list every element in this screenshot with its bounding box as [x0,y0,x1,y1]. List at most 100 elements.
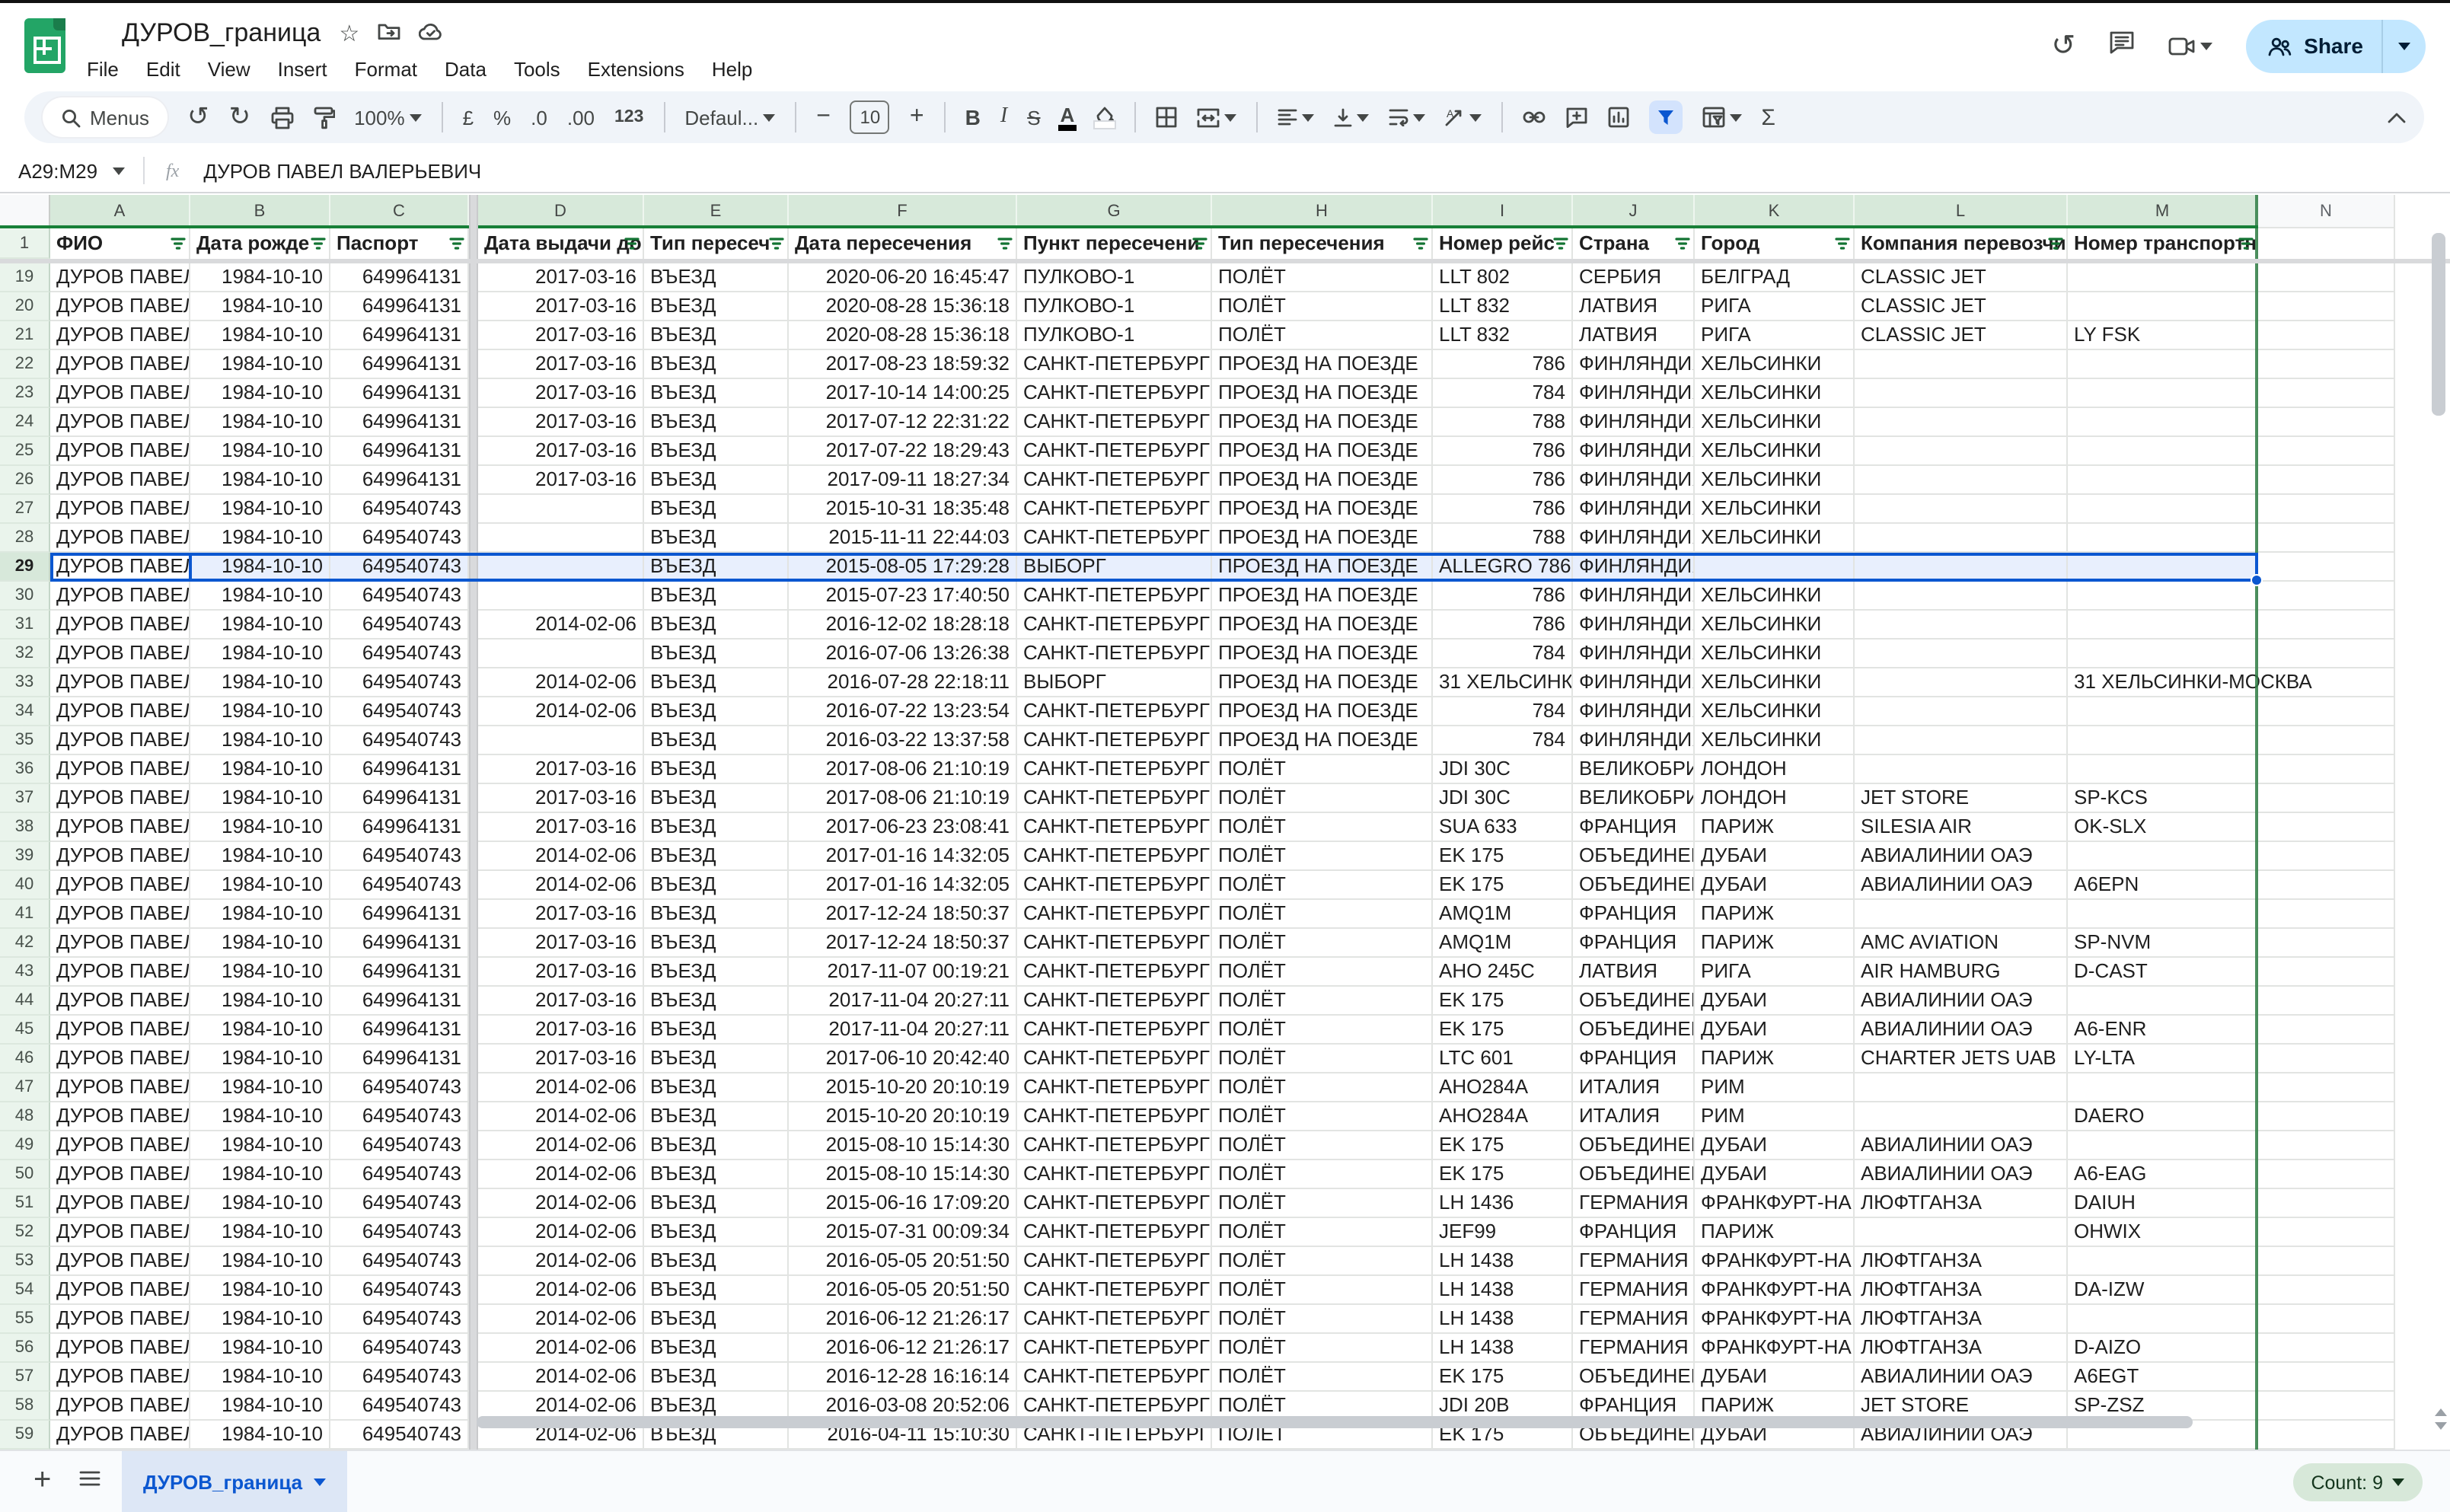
merge-cells-button[interactable] [1196,107,1236,127]
row-header-1[interactable]: 1 [0,228,50,259]
cell[interactable]: 649964131 [330,1016,469,1045]
cell[interactable]: ФИНЛЯНДИЯ [1573,437,1695,466]
menu-help[interactable]: Help [698,54,767,83]
cell[interactable]: 1984-10-10 [190,1276,330,1305]
cell[interactable]: РИГА [1695,292,1855,321]
cell[interactable]: ХЕЛЬСИНКИ [1695,495,1855,524]
cell[interactable]: САНКТ-ПЕТЕРБУРГ [1017,755,1212,784]
cell[interactable]: САНКТ-ПЕТЕРБУРГ - ( [1017,697,1212,726]
cell[interactable]: 649540743 [330,1334,469,1363]
scroll-down-arrow-icon[interactable] [2435,1422,2447,1436]
cell[interactable]: 1984-10-10 [190,1189,330,1218]
cell[interactable]: 1984-10-10 [190,379,330,408]
cell[interactable]: JET STORE [1855,784,2068,813]
cell[interactable]: AIR HAMBURG [1855,958,2068,987]
header-cell[interactable]: Тип пересечения [1212,228,1433,259]
cell[interactable] [478,495,644,524]
cell[interactable]: ВЪЕЗД [644,1218,789,1247]
cell[interactable]: ДУБАИ [1695,871,1855,900]
undo-button[interactable]: ↺ [187,102,209,132]
cell[interactable]: 31 ХЕЛЬСИНКИ-МОСКВА [2068,668,2258,697]
cell[interactable]: ОБЪЕДИНЕННЫЕ [1573,1131,1695,1160]
cell[interactable]: 1984-10-10 [190,408,330,437]
cell[interactable]: 649540743 [330,582,469,611]
font-size-input[interactable]: 10 [850,100,890,134]
cell[interactable]: ФИНЛЯНДИЯ [1573,408,1695,437]
cell[interactable]: ПРОЕЗД НА ПОЕЗДЕ [1212,668,1433,697]
cell[interactable]: ПРОЕЗД НА ПОЕЗДЕ [1212,553,1433,582]
cell[interactable]: ПОЛЁТ [1212,813,1433,842]
row-header-32[interactable]: 32 [0,640,50,668]
cell[interactable] [2258,697,2395,726]
cell[interactable]: 2017-03-16 [478,1045,644,1073]
cell[interactable] [1855,437,2068,466]
row-header-25[interactable]: 25 [0,437,50,466]
cell[interactable]: AMQ1M [1433,929,1573,958]
header-cell[interactable]: ФИО [50,228,190,259]
cell[interactable]: САНКТ-ПЕТЕРБУРГ [1017,1363,1212,1392]
cell[interactable]: ДУРОВ ПАВЕЛ [50,1421,190,1450]
cell[interactable]: ПРОЕЗД НА ПОЕЗДЕ [1212,524,1433,553]
cell[interactable] [2258,1016,2395,1045]
cell[interactable] [2258,1160,2395,1189]
cell[interactable]: 2020-08-28 15:36:18 [789,321,1017,350]
cell[interactable] [2068,582,2258,611]
cell[interactable]: 784 [1433,726,1573,755]
cell[interactable]: 786 [1433,495,1573,524]
cell[interactable]: 1984-10-10 [190,1334,330,1363]
cell[interactable]: 649964131 [330,263,469,292]
cell[interactable]: ОБЪЕДИНЕННЫЕ [1573,842,1695,871]
row-header-34[interactable]: 34 [0,697,50,726]
italic-button[interactable]: I [1000,105,1007,129]
cell[interactable]: 2017-03-16 [478,263,644,292]
cell[interactable]: ВЪЕЗД [644,958,789,987]
cell[interactable]: САНКТ-ПЕТЕРБУРГ [1017,1160,1212,1189]
cell[interactable]: 649540743 [330,524,469,553]
cell[interactable]: 649540743 [330,1392,469,1421]
row-header-30[interactable]: 30 [0,582,50,611]
cell[interactable] [1855,524,2068,553]
cell[interactable]: РИМ [1695,1073,1855,1102]
cell[interactable]: 786 [1433,466,1573,495]
row-header-39[interactable]: 39 [0,842,50,871]
cell[interactable]: РИГА [1695,321,1855,350]
cell[interactable]: ПРОЕЗД НА ПОЕЗДЕ [1212,640,1433,668]
header-cell[interactable]: Паспорт [330,228,469,259]
cell[interactable]: ВЫБОРГ [1017,553,1212,582]
cell[interactable] [2068,379,2258,408]
cell[interactable] [1855,1218,2068,1247]
header-cell[interactable]: Страна [1573,228,1695,259]
menu-format[interactable]: Format [341,54,431,83]
filter-views-button[interactable] [1702,107,1741,128]
row-header-36[interactable]: 36 [0,755,50,784]
cell[interactable]: ДУРОВ ПАВЕЛ [50,929,190,958]
cell[interactable] [1855,379,2068,408]
cell[interactable]: A6-ENR [2068,1016,2258,1045]
cell[interactable]: ПАРИЖ [1695,1218,1855,1247]
cell[interactable]: 2015-08-05 17:29:28 [789,553,1017,582]
cell[interactable] [2258,1276,2395,1305]
row-header-23[interactable]: 23 [0,379,50,408]
cell[interactable]: ВЪЕЗД [644,697,789,726]
cell[interactable]: ФРАНКФУРТ-НА [1695,1276,1855,1305]
cell[interactable]: EK 175 [1433,1160,1573,1189]
cell[interactable]: 2017-10-14 14:00:25 [789,379,1017,408]
cell[interactable]: ЛЮФТГАНЗА [1855,1305,2068,1334]
cell[interactable]: ДУРОВ ПАВЕЛ [50,668,190,697]
cell[interactable]: 649540743 [330,1160,469,1189]
cell[interactable]: 2014-02-06 [478,1305,644,1334]
cell[interactable] [2068,1305,2258,1334]
cell[interactable]: ФРАНЦИЯ [1573,929,1695,958]
cell[interactable]: ВЪЕЗД [644,1189,789,1218]
cell[interactable]: ЛОНДОН [1695,784,1855,813]
cell[interactable]: 649964131 [330,813,469,842]
row-header-44[interactable]: 44 [0,987,50,1016]
cell[interactable]: 1984-10-10 [190,871,330,900]
cell[interactable] [1855,466,2068,495]
cell[interactable]: ПОЛЁТ [1212,1334,1433,1363]
cell[interactable]: САНКТ-ПЕТЕРБУРГ [1017,1247,1212,1276]
cell[interactable]: ПРОЕЗД НА ПОЕЗДЕ [1212,697,1433,726]
cell[interactable]: ПОЛЁТ [1212,987,1433,1016]
cell[interactable]: 649540743 [330,697,469,726]
cell[interactable] [478,726,644,755]
